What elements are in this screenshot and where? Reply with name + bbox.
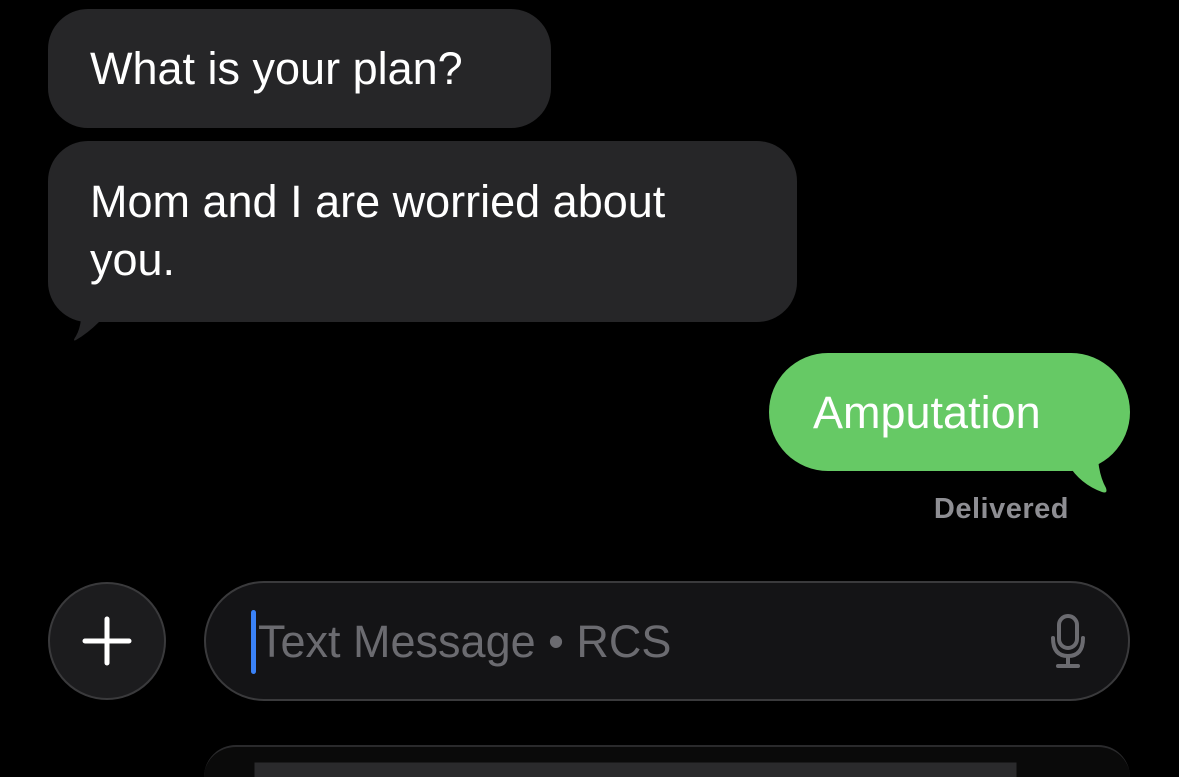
add-attachment-button[interactable] — [48, 582, 166, 700]
plus-icon — [82, 616, 132, 666]
message-input[interactable] — [258, 613, 1018, 671]
microphone-icon[interactable] — [1050, 614, 1086, 670]
message-composer[interactable] — [204, 581, 1130, 701]
incoming-bubble-tail — [74, 296, 120, 341]
message-text: Amputation — [813, 387, 1041, 438]
text-caret — [251, 610, 256, 674]
message-text: What is your plan? — [90, 43, 463, 94]
incoming-message-bubble[interactable]: Mom and I are worried about you. — [48, 141, 797, 322]
keyboard-edge — [204, 745, 1130, 777]
message-text: Mom and I are worried about you. — [90, 176, 666, 285]
incoming-message-bubble[interactable]: What is your plan? — [48, 9, 551, 128]
outgoing-bubble-tail — [1068, 440, 1107, 493]
delivery-status: Delivered — [933, 493, 1069, 525]
